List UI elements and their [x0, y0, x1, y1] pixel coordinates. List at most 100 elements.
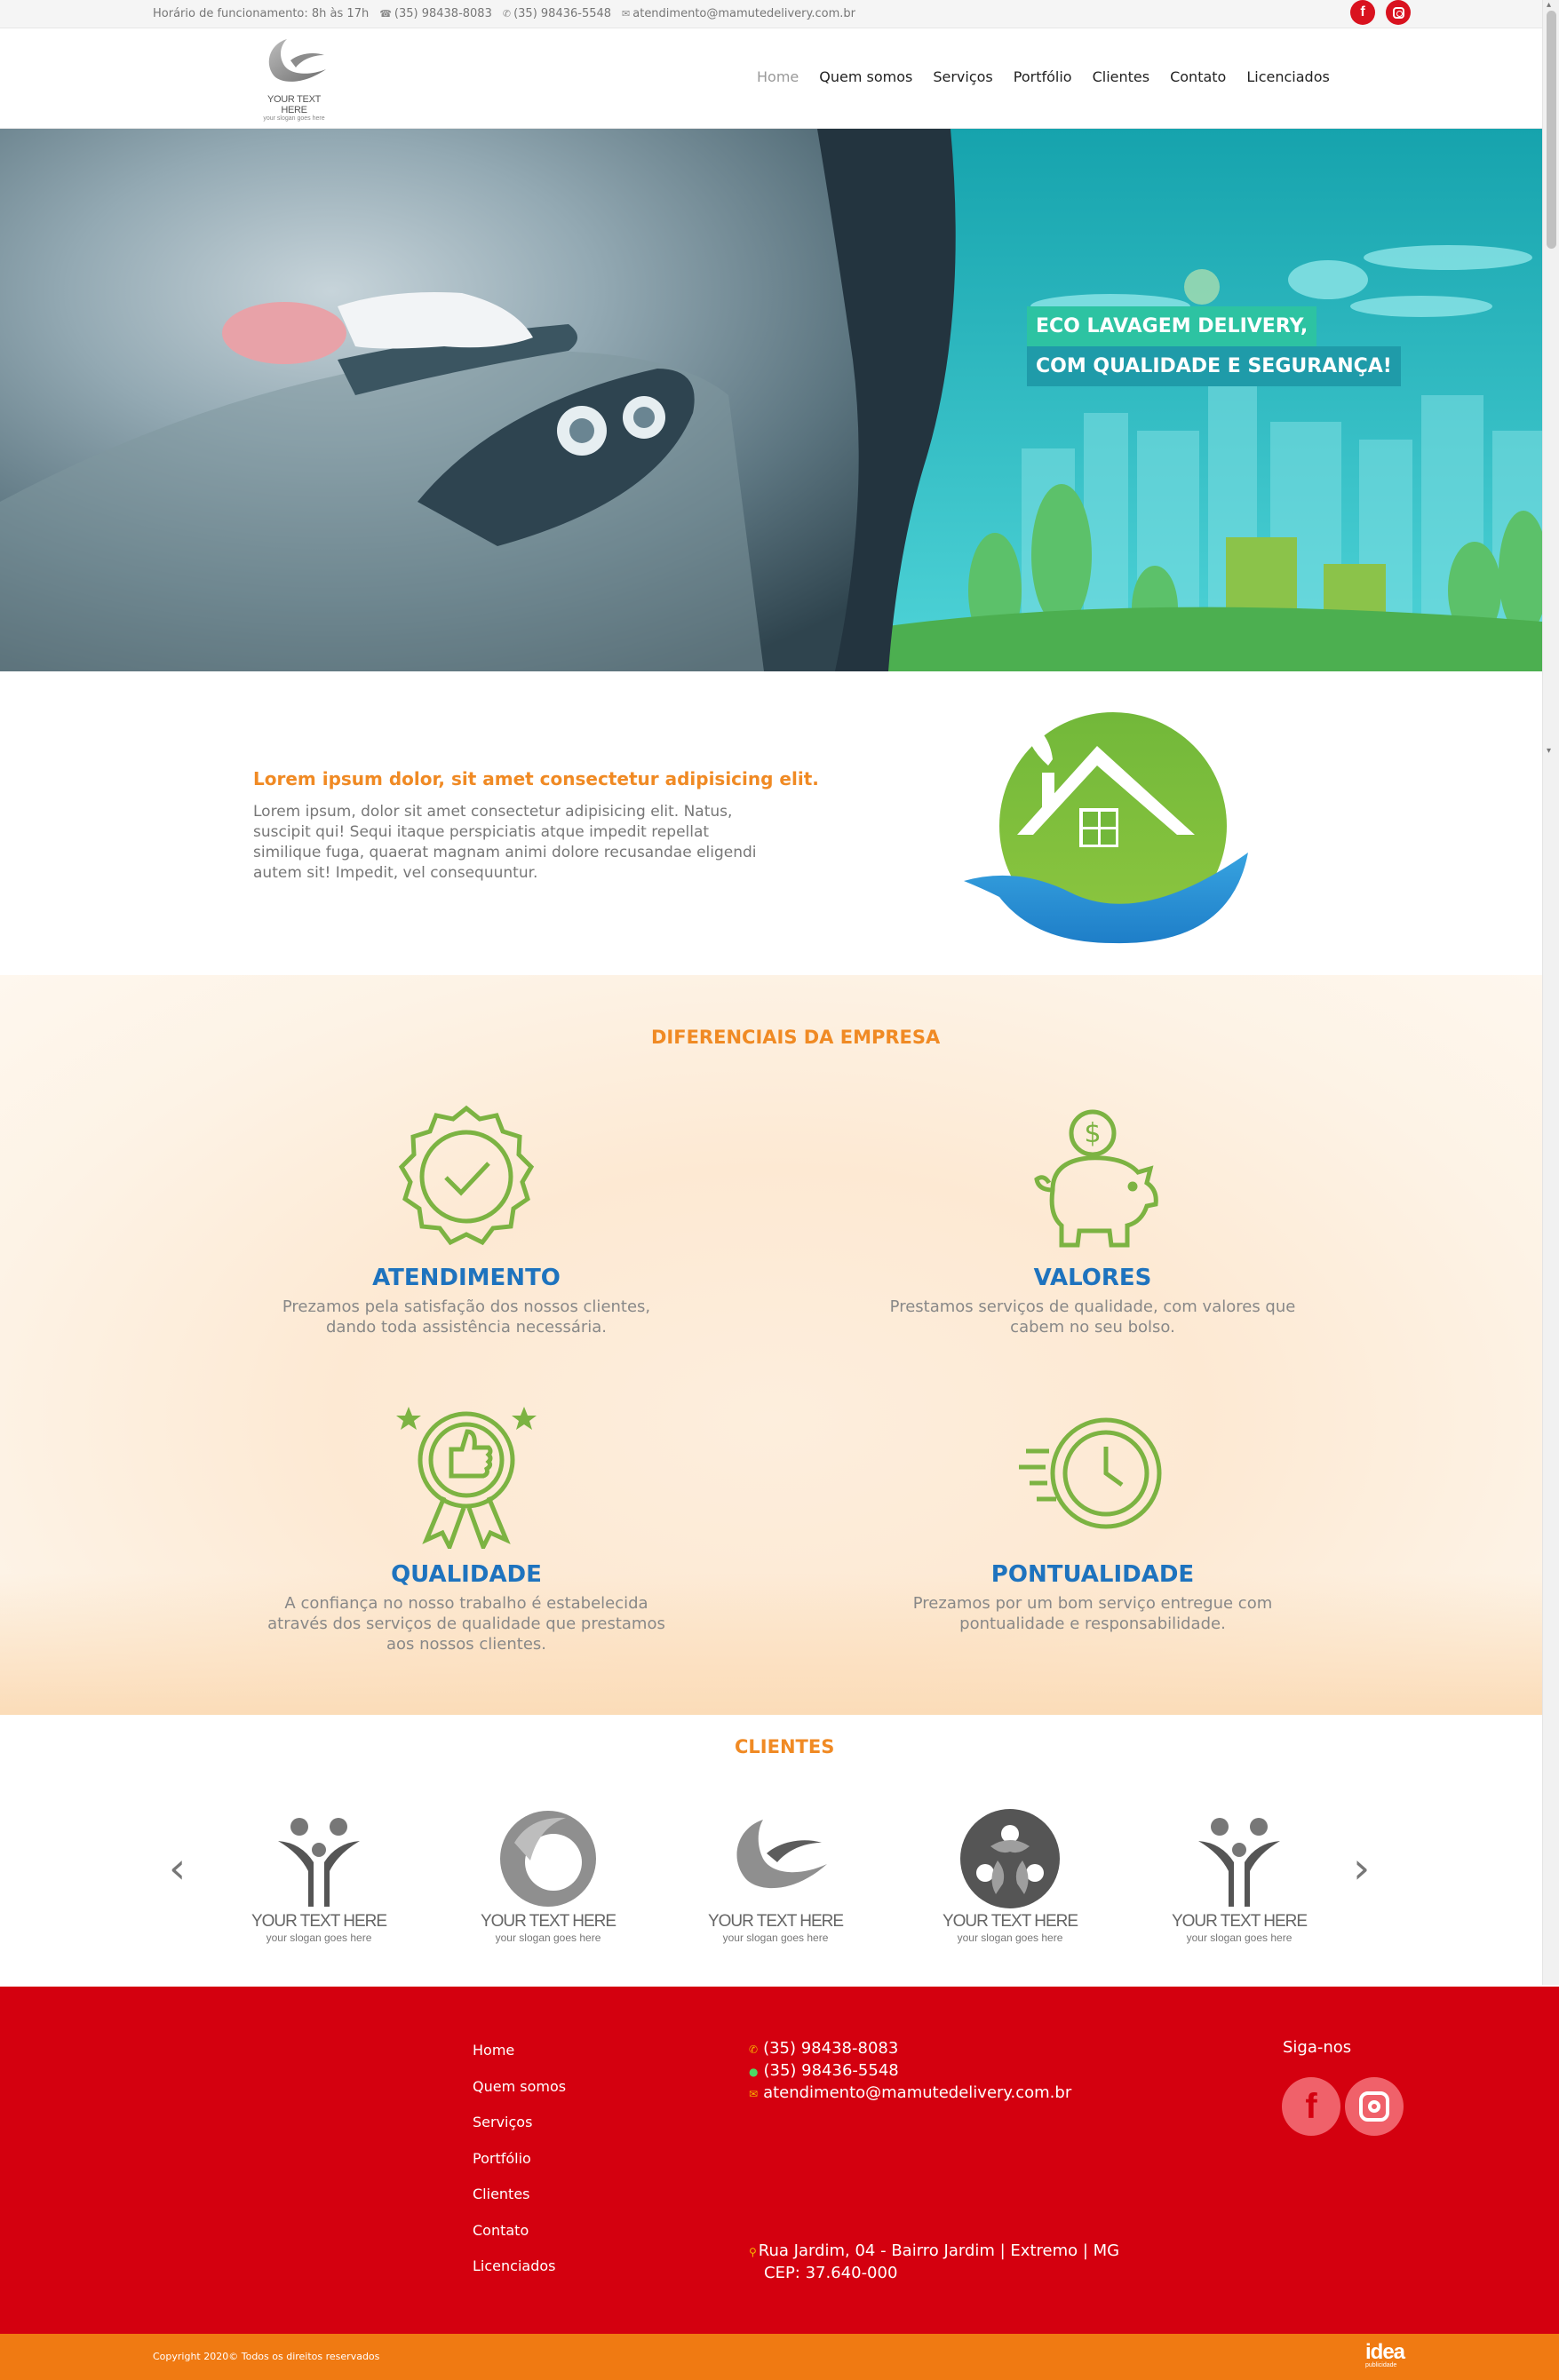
footer-phone[interactable]: (35) 98438-8083 — [763, 2039, 898, 2058]
ring-logo-icon — [500, 1811, 596, 1907]
scroll-down-icon[interactable]: ▾ — [1547, 746, 1551, 757]
client-logo[interactable]: YOUR TEXT HERE your slogan goes here — [935, 1807, 1086, 1944]
page-scrollbar[interactable]: ▴ ▾ — [1542, 0, 1559, 1985]
scroll-up-icon[interactable]: ▴ — [1547, 0, 1551, 11]
site-header: YOUR TEXT HERE your slogan goes here Hom… — [0, 29, 1542, 129]
people-logo-icon — [278, 1818, 360, 1907]
feature-pontualidade: PONTUALIDADE Prezamos por um bom serviço… — [884, 1398, 1301, 1634]
nav-item-home[interactable]: Home — [757, 68, 799, 85]
diferenciais-title: DIFERENCIAIS DA EMPRESA — [651, 1027, 941, 1048]
client-name: YOUR TEXT HERE — [1171, 1912, 1308, 1931]
email-link[interactable]: atendimento@mamutedelivery.com.br — [632, 7, 855, 20]
feature-text: Prezamos por um bom serviço entregue com… — [912, 1594, 1273, 1633]
carousel-next-icon[interactable]: › — [1353, 1847, 1370, 1890]
address-line-2: CEP: 37.640-000 — [764, 2264, 898, 2282]
client-logo[interactable]: YOUR TEXT HERE your slogan goes here — [473, 1807, 624, 1944]
intro-text: Lorem ipsum, dolor sit amet consectetur … — [253, 803, 757, 882]
top-bar: Horário de funcionamento: 8h às 17h ☎ (35… — [0, 0, 1542, 28]
whatsapp-icon: ● — [749, 2066, 759, 2078]
clientes-title: CLIENTES — [735, 1736, 835, 1757]
feature-title: VALORES — [1033, 1265, 1152, 1291]
diferenciais-section — [0, 975, 1542, 1715]
client-logo[interactable]: YOUR TEXT HERE your slogan goes here — [1164, 1807, 1315, 1944]
hero-banner: ECO LAVAGEM DELIVERY, COM QUALIDADE E SE… — [0, 129, 1542, 671]
client-slogan: your slogan goes here — [495, 1932, 601, 1944]
agency-name: idea — [1365, 2340, 1405, 2364]
logo-slogan: your slogan goes here — [263, 115, 325, 122]
phone-icon: ☎ — [379, 8, 392, 20]
people-logo-icon — [1198, 1818, 1280, 1907]
circle-people-logo-icon — [960, 1809, 1060, 1908]
logo-name: YOUR TEXT HERE — [266, 94, 322, 115]
grass-background — [0, 1573, 1542, 1715]
client-logo[interactable]: YOUR TEXT HERE your slogan goes here — [700, 1807, 851, 1944]
nav-item-contato[interactable]: Contato — [1170, 68, 1226, 85]
client-logo[interactable]: YOUR TEXT HERE your slogan goes here — [243, 1807, 394, 1944]
footer-address: ⚲ Rua Jardim, 04 - Bairro Jardim | Extrem… — [749, 2241, 1119, 2283]
phone-item: ☎ (35) 98438-8083 — [379, 7, 492, 20]
hero-headline: ECO LAVAGEM DELIVERY, COM QUALIDADE E SE… — [1027, 306, 1401, 386]
hero-line-2: COM QUALIDADE E SEGURANÇA! — [1027, 346, 1401, 386]
copyright-bar: Copyright 2020© Todos os direitos reserv… — [0, 2334, 1559, 2380]
top-social-links: f — [1350, 0, 1411, 25]
location-pin-icon: ⚲ — [749, 2246, 757, 2258]
eco-house-logo-icon — [964, 712, 1248, 944]
business-hours: Horário de funcionamento: 8h às 17h — [153, 7, 370, 20]
nav-item-licenciados[interactable]: Licenciados — [1246, 68, 1329, 85]
copyright-text: Copyright 2020© Todos os direitos reserv… — [153, 2351, 380, 2362]
client-slogan: your slogan goes here — [1186, 1932, 1293, 1944]
whatsapp-number[interactable]: (35) 98436-5548 — [513, 7, 611, 20]
feature-qualidade: QUALIDADE A confiança no nosso trabalho … — [258, 1398, 675, 1654]
feature-title: PONTUALIDADE — [990, 1561, 1195, 1588]
client-slogan: your slogan goes here — [957, 1932, 1063, 1944]
footer-nav: Home Quem somos Serviços Portfólio Clien… — [473, 2042, 566, 2294]
nav-item-clientes[interactable]: Clientes — [1093, 68, 1150, 85]
facebook-icon[interactable]: f — [1350, 0, 1375, 25]
main-nav: Home Quem somos Serviços Portfólio Clien… — [757, 68, 1330, 85]
logo-swoosh-icon — [268, 39, 326, 82]
hero-line-1: ECO LAVAGEM DELIVERY, — [1027, 306, 1317, 346]
certified-badge-icon — [398, 1105, 535, 1246]
feature-title: QUALIDADE — [391, 1561, 542, 1588]
client-name: YOUR TEXT HERE — [480, 1912, 616, 1931]
piggy-bank-icon: $ — [1034, 1109, 1158, 1248]
client-name: YOUR TEXT HERE — [942, 1912, 1078, 1931]
site-footer: Home Quem somos Serviços Portfólio Clien… — [0, 1987, 1559, 2334]
instagram-icon[interactable] — [1386, 0, 1411, 25]
intro-title: Lorem ipsum dolor, sit amet consectetur … — [253, 768, 819, 789]
mail-icon: ✉ — [749, 2088, 759, 2100]
thumbs-up-medal-icon — [396, 1407, 537, 1553]
phone-number[interactable]: (35) 98438-8083 — [394, 7, 492, 20]
instagram-icon[interactable] — [1345, 2077, 1404, 2136]
footer-whatsapp[interactable]: (35) 98436-5548 — [763, 2061, 898, 2080]
footer-link-home[interactable]: Home — [473, 2042, 566, 2078]
footer-link-quem-somos[interactable]: Quem somos — [473, 2078, 566, 2114]
follow-label: Siga-nos — [1283, 2038, 1352, 2057]
facebook-icon[interactable]: f — [1282, 2077, 1340, 2136]
nav-item-quem-somos[interactable]: Quem somos — [819, 68, 912, 85]
footer-link-servicos[interactable]: Serviços — [473, 2114, 566, 2150]
scroll-thumb[interactable] — [1547, 11, 1556, 249]
contact-info-bar: Horário de funcionamento: 8h às 17h ☎ (35… — [153, 7, 855, 20]
address-line-1: Rua Jardim, 04 - Bairro Jardim | Extremo… — [758, 2241, 1120, 2260]
site-logo[interactable]: YOUR TEXT HERE your slogan goes here — [258, 34, 330, 123]
email-item: ✉ atendimento@mamutedelivery.com.br — [622, 7, 855, 20]
agency-logo[interactable]: idea publicidade — [1365, 2340, 1405, 2369]
footer-link-portfolio[interactable]: Portfólio — [473, 2150, 566, 2186]
svg-text:$: $ — [1084, 1118, 1101, 1149]
phone-icon: ✆ — [749, 2043, 759, 2056]
fast-clock-icon — [1019, 1417, 1162, 1529]
footer-link-clientes[interactable]: Clientes — [473, 2186, 566, 2222]
footer-email[interactable]: atendimento@mamutedelivery.com.br — [763, 2083, 1071, 2102]
carousel-prev-icon[interactable]: ‹ — [169, 1847, 186, 1890]
client-name: YOUR TEXT HERE — [251, 1912, 387, 1931]
footer-link-contato[interactable]: Contato — [473, 2222, 566, 2258]
nav-item-servicos[interactable]: Serviços — [933, 68, 992, 85]
footer-link-licenciados[interactable]: Licenciados — [473, 2257, 566, 2294]
whatsapp-icon: ✆ — [502, 8, 512, 20]
feature-text: A confiança no nosso trabalho é estabele… — [267, 1594, 665, 1654]
client-name: YOUR TEXT HERE — [707, 1912, 844, 1931]
mail-icon: ✉ — [622, 8, 631, 20]
nav-item-portfolio[interactable]: Portfólio — [1014, 68, 1072, 85]
feature-atendimento: ATENDIMENTO Prezamos pela satisfação dos… — [258, 1101, 675, 1337]
